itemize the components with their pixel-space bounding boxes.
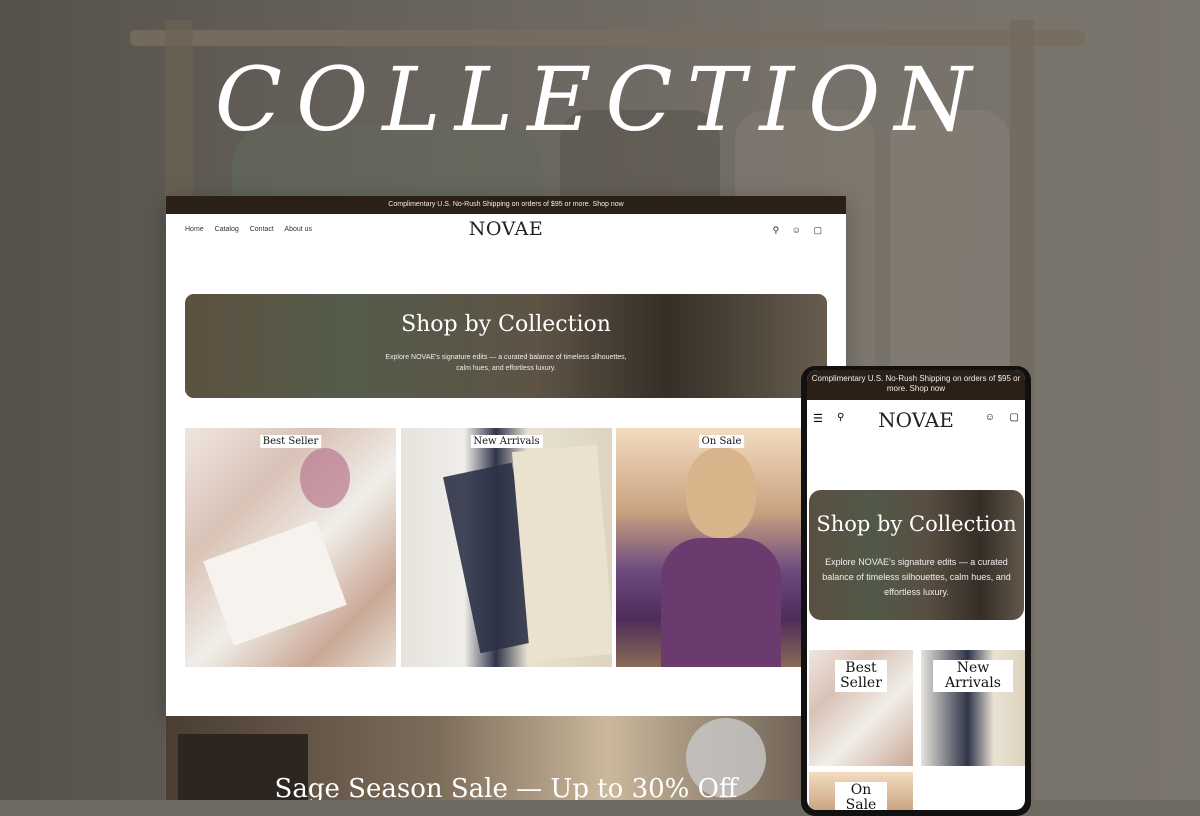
desktop-mockup: Complimentary U.S. No-Rush Shipping on o…: [166, 196, 846, 716]
mobile-card-new-arrivals[interactable]: New Arrivals: [921, 650, 1025, 766]
account-icon[interactable]: ☺: [985, 412, 995, 423]
dried-flowers-image: [300, 448, 350, 508]
mobile-announcement-bar[interactable]: Complimentary U.S. No-Rush Shipping on o…: [807, 370, 1025, 400]
cart-icon[interactable]: ▢: [1010, 412, 1019, 423]
collection-grid: Best Seller New Arrivals On Sale: [185, 428, 827, 668]
announcement-bar[interactable]: Complimentary U.S. No-Rush Shipping on o…: [166, 196, 846, 214]
collection-label: Best Seller: [259, 435, 322, 448]
banner-title: Shop by Collection: [816, 512, 1017, 536]
cream-macrame-image: [512, 444, 612, 662]
collection-label: On Sale: [698, 435, 745, 448]
banner-description: Explore NOVAE's signature edits — a cura…: [822, 557, 1011, 597]
banner-title: Shop by Collection: [401, 312, 611, 337]
model-portrait-image: [686, 448, 756, 538]
notebook-image: [203, 520, 347, 646]
cart-icon[interactable]: ▢: [813, 225, 822, 235]
collection-card-on-sale[interactable]: On Sale: [616, 428, 827, 667]
collection-label: New Arrivals: [470, 435, 543, 448]
mobile-header: ☰ ⚲ NOVAE ☺ ▢: [807, 400, 1025, 438]
mobile-card-best-seller[interactable]: Best Seller: [809, 650, 913, 766]
desktop-header: Home Catalog Contact About us NOVAE ⚲ ☺ …: [166, 214, 846, 248]
collection-banner: Shop by Collection Explore NOVAE's signa…: [185, 294, 827, 398]
mobile-mockup: Complimentary U.S. No-Rush Shipping on o…: [801, 366, 1031, 816]
banner-overlay: [185, 294, 827, 398]
mobile-card-on-sale[interactable]: On Sale: [809, 772, 913, 810]
mobile-collection-banner: Shop by Collection Explore NOVAE's signa…: [809, 490, 1024, 620]
hero-title: COLLECTION: [214, 48, 986, 151]
collection-label: On Sale: [835, 782, 887, 810]
account-icon[interactable]: ☺: [792, 225, 801, 235]
collection-label: New Arrivals: [933, 660, 1013, 692]
sale-banner[interactable]: Sage Season Sale — Up to 30% Off: [166, 716, 846, 800]
header-icons: ⚲ ☺ ▢: [763, 225, 822, 236]
search-icon[interactable]: ⚲: [773, 225, 780, 235]
brand-logo[interactable]: NOVAE: [166, 218, 846, 240]
collection-card-best-seller[interactable]: Best Seller: [185, 428, 396, 667]
purple-dress-image: [661, 538, 781, 667]
mobile-screen: Complimentary U.S. No-Rush Shipping on o…: [807, 370, 1025, 810]
sale-title: Sage Season Sale — Up to 30% Off: [274, 774, 738, 800]
collection-card-new-arrivals[interactable]: New Arrivals: [401, 428, 612, 667]
collection-label: Best Seller: [835, 660, 887, 692]
banner-description: Explore NOVAE's signature edits — a cura…: [385, 354, 627, 372]
